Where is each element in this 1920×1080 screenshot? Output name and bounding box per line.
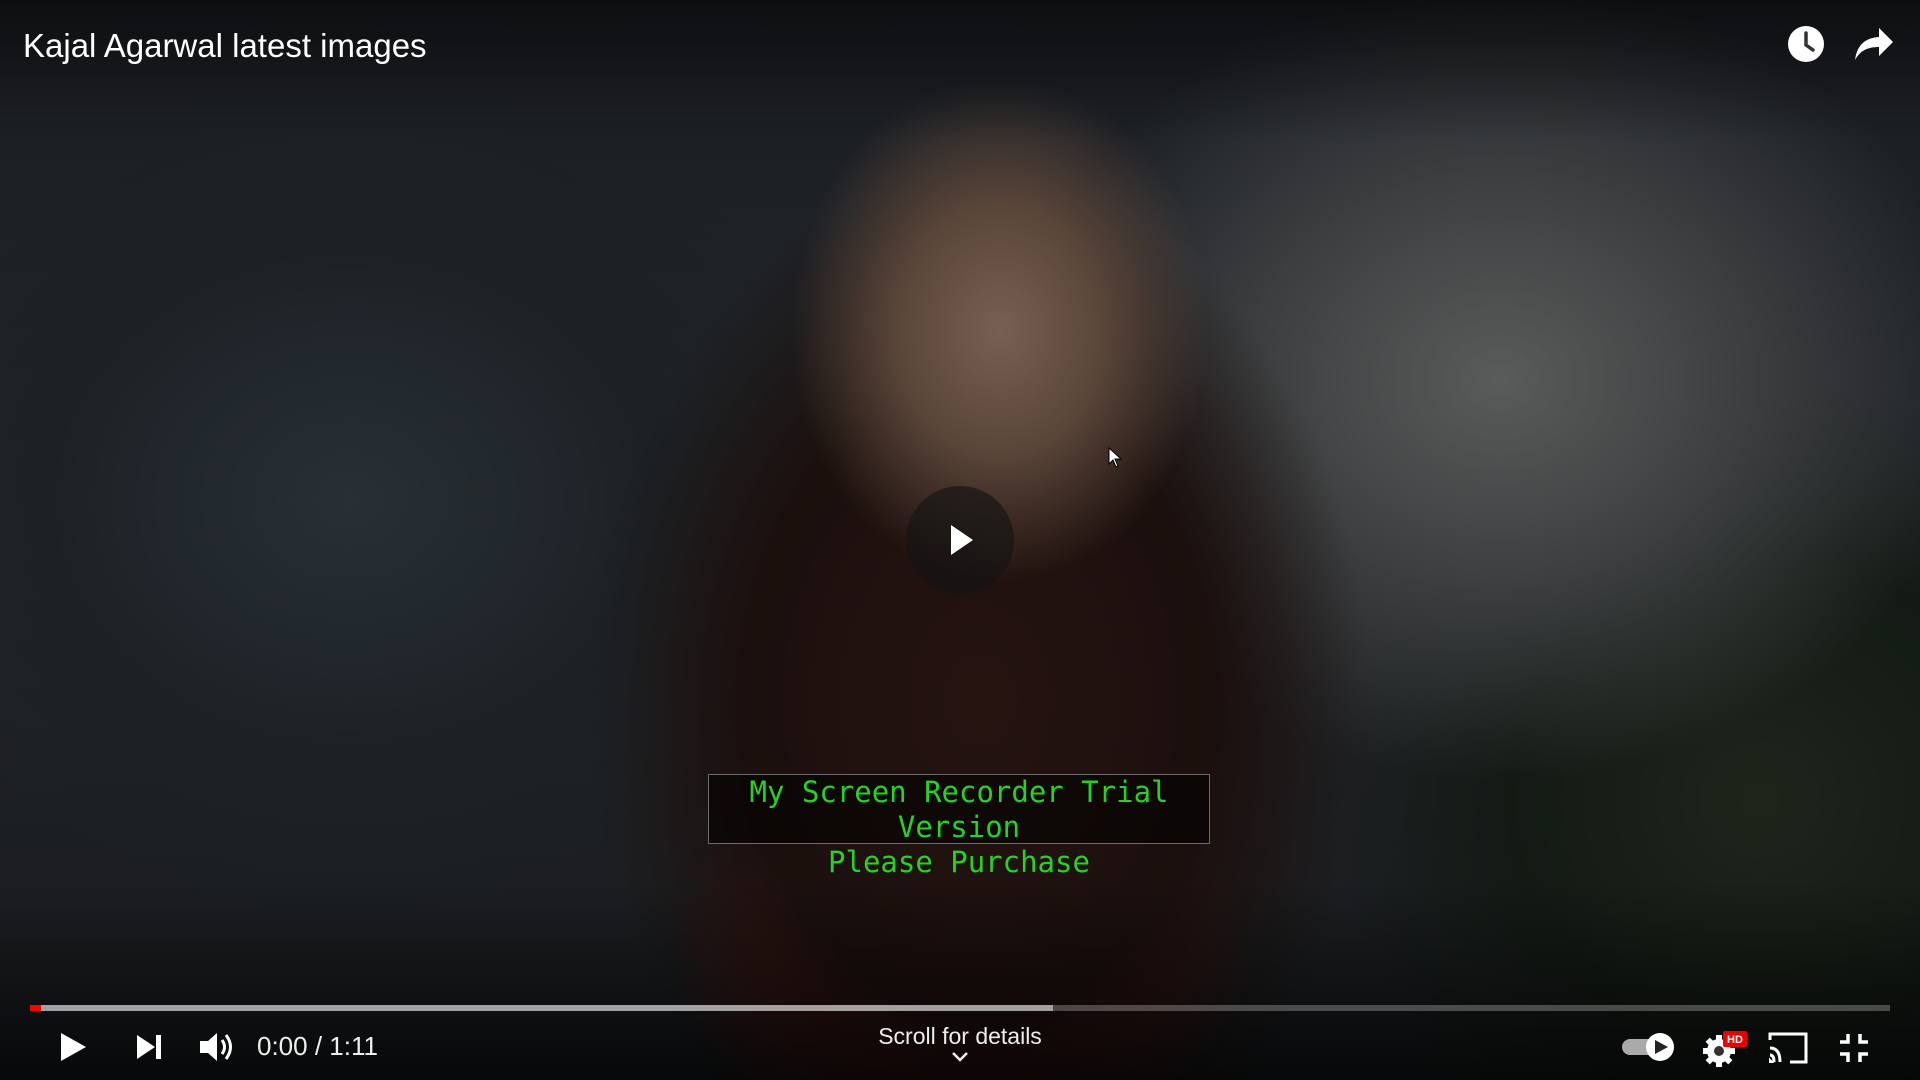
mouse-cursor-icon <box>1108 447 1122 468</box>
scroll-for-details[interactable]: Scroll for details <box>860 1022 1060 1068</box>
clock-icon <box>1788 26 1824 62</box>
scroll-for-details-label: Scroll for details <box>878 1023 1042 1049</box>
volume-button[interactable] <box>194 1024 240 1070</box>
buffered-bar <box>30 1005 1053 1011</box>
skip-next-icon <box>137 1035 161 1059</box>
progress-bar[interactable] <box>30 1005 1890 1011</box>
exit-fullscreen-button[interactable] <box>1832 1026 1876 1070</box>
play-icon <box>61 1033 86 1061</box>
autoplay-toggle[interactable] <box>1620 1030 1678 1064</box>
video-title[interactable]: Kajal Agarwal latest images <box>23 26 427 66</box>
chevron-down-icon <box>952 1052 968 1062</box>
play-icon <box>951 525 973 555</box>
video-player[interactable]: Kajal Agarwal latest images My Screen Re… <box>0 0 1920 1080</box>
gear-icon: HD <box>1703 1031 1747 1067</box>
cast-icon <box>1768 1032 1808 1064</box>
share-button[interactable] <box>1850 20 1898 68</box>
share-arrow-icon <box>1855 28 1893 60</box>
hd-badge: HD <box>1727 1034 1743 1046</box>
watermark-line-1: My Screen Recorder Trial Version <box>749 775 1169 844</box>
recorder-watermark: My Screen Recorder Trial Version Please … <box>708 774 1210 879</box>
autoplay-toggle-icon <box>1622 1033 1674 1061</box>
settings-button[interactable]: HD <box>1700 1026 1750 1070</box>
next-button[interactable] <box>128 1026 170 1068</box>
watermark-line-2: Please Purchase <box>828 845 1090 879</box>
cast-button[interactable] <box>1764 1026 1812 1070</box>
time-display: 0:00 / 1:11 <box>257 1031 378 1061</box>
volume-icon <box>200 1033 232 1061</box>
large-play-button[interactable] <box>906 486 1014 594</box>
exit-fullscreen-icon <box>1840 1034 1868 1062</box>
top-gradient <box>0 0 1920 140</box>
play-button[interactable] <box>52 1026 94 1068</box>
watch-later-button[interactable] <box>1782 20 1830 68</box>
played-bar <box>30 1005 41 1011</box>
